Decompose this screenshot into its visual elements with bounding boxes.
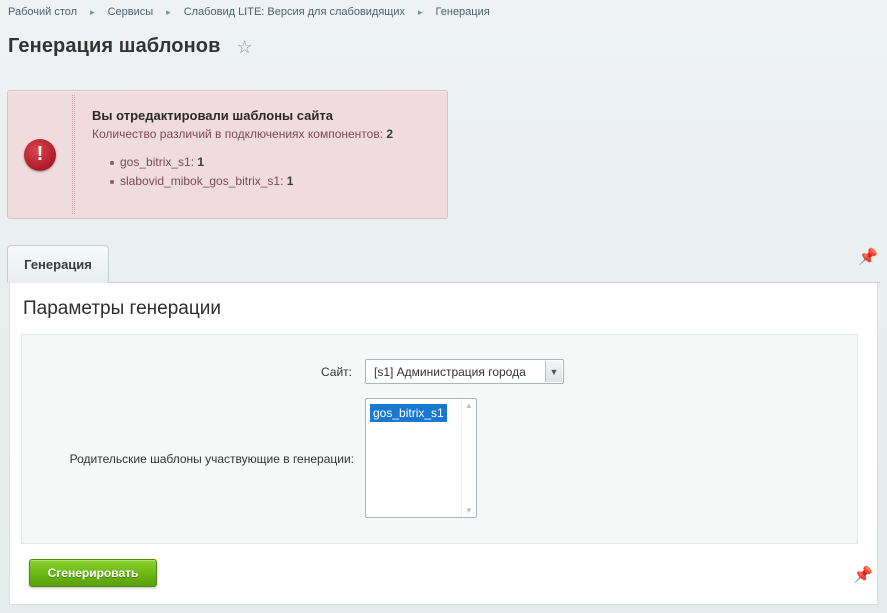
alert-list: gos_bitrix_s1: 1 slabovid_mibok_gos_bitr… <box>109 155 393 188</box>
parent-templates-listbox[interactable]: gos_bitrix_s1 ▲ ▼ <box>365 398 477 518</box>
template-count: 1 <box>197 155 205 169</box>
list-option-selected[interactable]: gos_bitrix_s1 <box>370 404 447 422</box>
alert-diff-count: 2 <box>386 127 394 141</box>
template-name: gos_bitrix_s1: <box>120 155 198 169</box>
alert-divider <box>72 95 73 214</box>
pin-icon[interactable]: 📌 <box>853 565 873 585</box>
tab-generation[interactable]: Генерация <box>7 245 109 283</box>
list-item: slabovid_mibok_gos_bitrix_s1: 1 <box>109 174 393 188</box>
chevron-right-icon: ▸ <box>166 6 171 17</box>
parent-templates-label: Родительские шаблоны участвующие в генер… <box>69 452 354 466</box>
alert-body: Вы отредактировали шаблоны сайта Количес… <box>92 108 393 193</box>
breadcrumb-desktop[interactable]: Рабочий стол <box>8 6 77 18</box>
breadcrumb-services[interactable]: Сервисы <box>108 6 154 18</box>
breadcrumb-generation[interactable]: Генерация <box>436 6 490 18</box>
chevron-right-icon: ▸ <box>90 6 95 17</box>
form-box: Сайт: [s1] Администрация города ▼ Родите… <box>21 334 858 544</box>
template-name: slabovid_mibok_gos_bitrix_s1: <box>120 174 287 188</box>
pin-icon[interactable]: 📌 <box>858 247 878 267</box>
chevron-right-icon: ▸ <box>418 6 423 17</box>
site-label: Сайт: <box>320 365 352 379</box>
alert-divider <box>74 95 75 214</box>
alert-text-label: Количество различий в подключениях компо… <box>92 127 387 141</box>
page-header: Генерация шаблонов ☆ <box>8 35 253 58</box>
chevron-down-icon[interactable]: ▼ <box>545 361 562 382</box>
generation-panel: Параметры генерации Сайт: [s1] Администр… <box>9 283 878 605</box>
scroll-up-icon[interactable]: ▲ <box>462 401 476 410</box>
tabs-bar: Генерация 📌 <box>7 237 880 283</box>
error-alert: ! Вы отредактировали шаблоны сайта Колич… <box>7 90 448 219</box>
error-icon: ! <box>24 138 56 171</box>
site-select-value: [s1] Администрация города <box>374 365 526 379</box>
scrollbar[interactable]: ▲ ▼ <box>461 399 476 517</box>
breadcrumb: Рабочий стол ▸ Сервисы ▸ Слабовид LITE: … <box>8 6 490 18</box>
generate-button[interactable]: Сгенерировать <box>29 559 157 587</box>
star-icon[interactable]: ☆ <box>237 38 253 56</box>
alert-title: Вы отредактировали шаблоны сайта <box>92 108 333 123</box>
breadcrumb-slabovid[interactable]: Слабовид LITE: Версия для слабовидящих <box>184 6 405 18</box>
alert-icon-area: ! <box>8 91 72 218</box>
list-item: gos_bitrix_s1: 1 <box>109 155 393 169</box>
alert-text: Количество различий в подключениях компо… <box>92 127 393 141</box>
template-count: 1 <box>286 174 294 188</box>
section-title: Параметры генерации <box>23 298 221 319</box>
page-title: Генерация шаблонов <box>8 35 221 57</box>
site-select[interactable]: [s1] Администрация города ▼ <box>365 359 564 384</box>
scroll-down-icon[interactable]: ▼ <box>462 506 476 515</box>
